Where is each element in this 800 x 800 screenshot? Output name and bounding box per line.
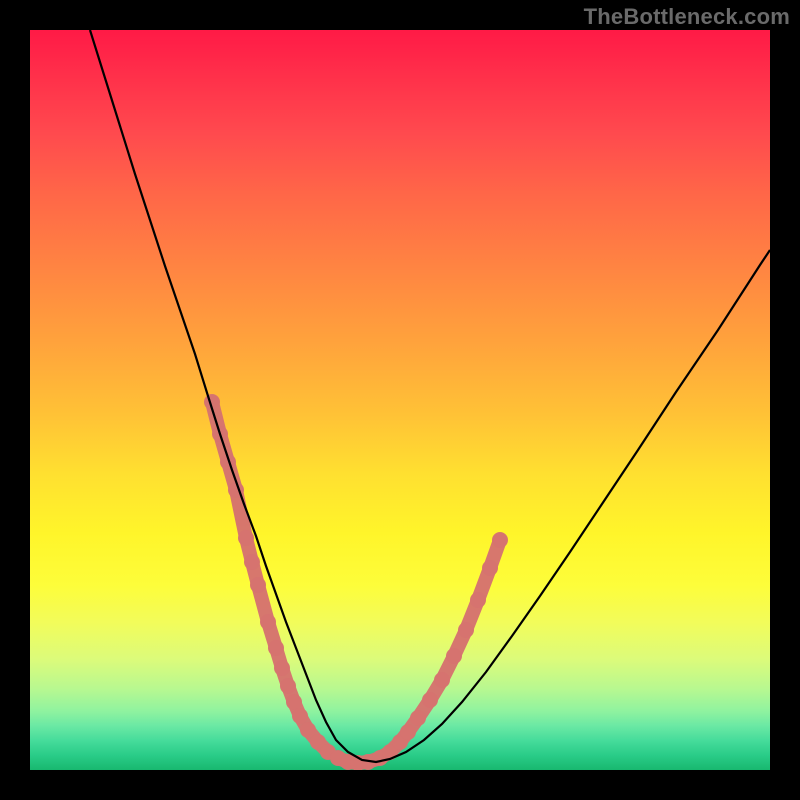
plot-area [30, 30, 770, 770]
bottleneck-curve [90, 30, 770, 762]
watermark-text: TheBottleneck.com [584, 4, 790, 30]
chart-frame: TheBottleneck.com [0, 0, 800, 800]
curve-layer [30, 30, 770, 770]
highlight-chain-right [330, 532, 508, 770]
